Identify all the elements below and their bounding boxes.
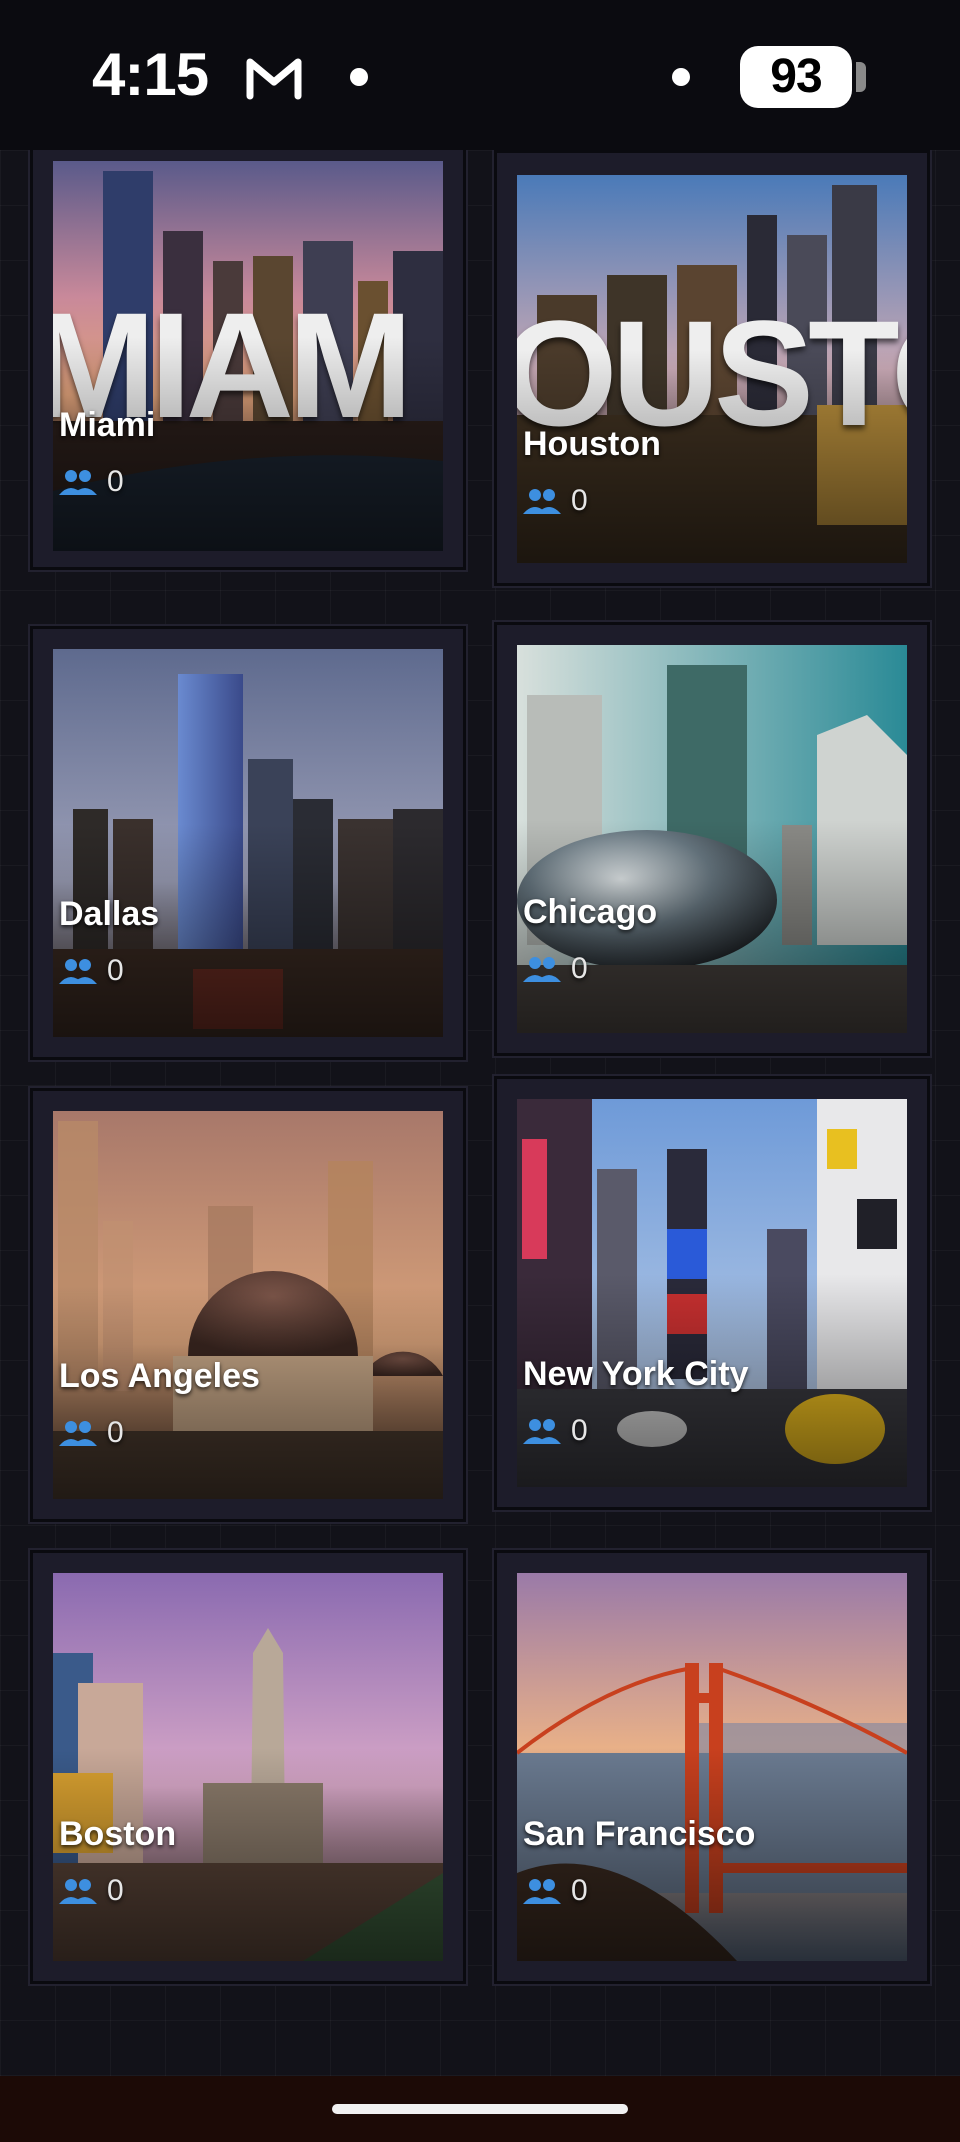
people-icon bbox=[523, 957, 561, 982]
city-name: New York City bbox=[523, 1355, 749, 1393]
people-icon bbox=[523, 489, 561, 514]
gmail-icon bbox=[246, 58, 302, 100]
city-card-dallas[interactable]: Dallas 0 bbox=[30, 626, 466, 1060]
member-count: 0 bbox=[107, 954, 124, 987]
member-count-row: 0 bbox=[523, 1874, 588, 1908]
member-count-row: 0 bbox=[523, 1414, 588, 1448]
city-card-new-york-city[interactable]: New York City 0 bbox=[494, 1076, 930, 1510]
city-card-los-angeles[interactable]: Los Angeles 0 bbox=[30, 1088, 466, 1522]
member-count-row: 0 bbox=[523, 952, 588, 986]
city-card-san-francisco[interactable]: San Francisco 0 bbox=[494, 1550, 930, 1984]
city-name: Dallas bbox=[59, 895, 160, 933]
city-name: Miami bbox=[59, 406, 156, 444]
notification-dot-icon bbox=[350, 68, 368, 86]
people-icon bbox=[59, 959, 97, 984]
member-count: 0 bbox=[571, 1414, 588, 1447]
city-name: Chicago bbox=[523, 893, 658, 931]
city-card-miami[interactable]: MIAM Miami 0 bbox=[30, 140, 466, 570]
city-card-houston[interactable]: OUSTO Houston 0 bbox=[494, 150, 930, 586]
city-card-chicago[interactable]: Chicago 0 bbox=[494, 622, 930, 1056]
city-card-boston[interactable]: Boston 0 bbox=[30, 1550, 466, 1984]
member-count: 0 bbox=[107, 1874, 124, 1907]
member-count: 0 bbox=[107, 1416, 124, 1449]
city-name: Houston bbox=[523, 425, 661, 463]
people-icon bbox=[523, 1879, 561, 1904]
privacy-dot-icon bbox=[672, 68, 690, 86]
member-count-row: 0 bbox=[59, 1416, 124, 1450]
member-count: 0 bbox=[571, 952, 588, 985]
people-icon bbox=[59, 1879, 97, 1904]
member-count-row: 0 bbox=[59, 954, 124, 988]
city-name: Los Angeles bbox=[59, 1357, 260, 1395]
people-icon bbox=[59, 470, 97, 495]
battery-cap-icon bbox=[856, 62, 866, 92]
member-count: 0 bbox=[571, 1874, 588, 1907]
status-time: 4:15 bbox=[92, 41, 209, 108]
member-count-row: 0 bbox=[59, 1874, 124, 1908]
member-count-row: 0 bbox=[59, 465, 124, 499]
home-indicator[interactable] bbox=[332, 2104, 628, 2114]
city-name: Boston bbox=[59, 1815, 177, 1853]
people-icon bbox=[523, 1419, 561, 1444]
battery-icon: 93 bbox=[740, 46, 852, 108]
member-count-row: 0 bbox=[523, 484, 588, 518]
member-count: 0 bbox=[107, 465, 124, 498]
status-bar: 4:15 93 bbox=[0, 0, 960, 150]
city-name: San Francisco bbox=[523, 1815, 756, 1853]
people-icon bbox=[59, 1421, 97, 1446]
member-count: 0 bbox=[571, 484, 588, 517]
